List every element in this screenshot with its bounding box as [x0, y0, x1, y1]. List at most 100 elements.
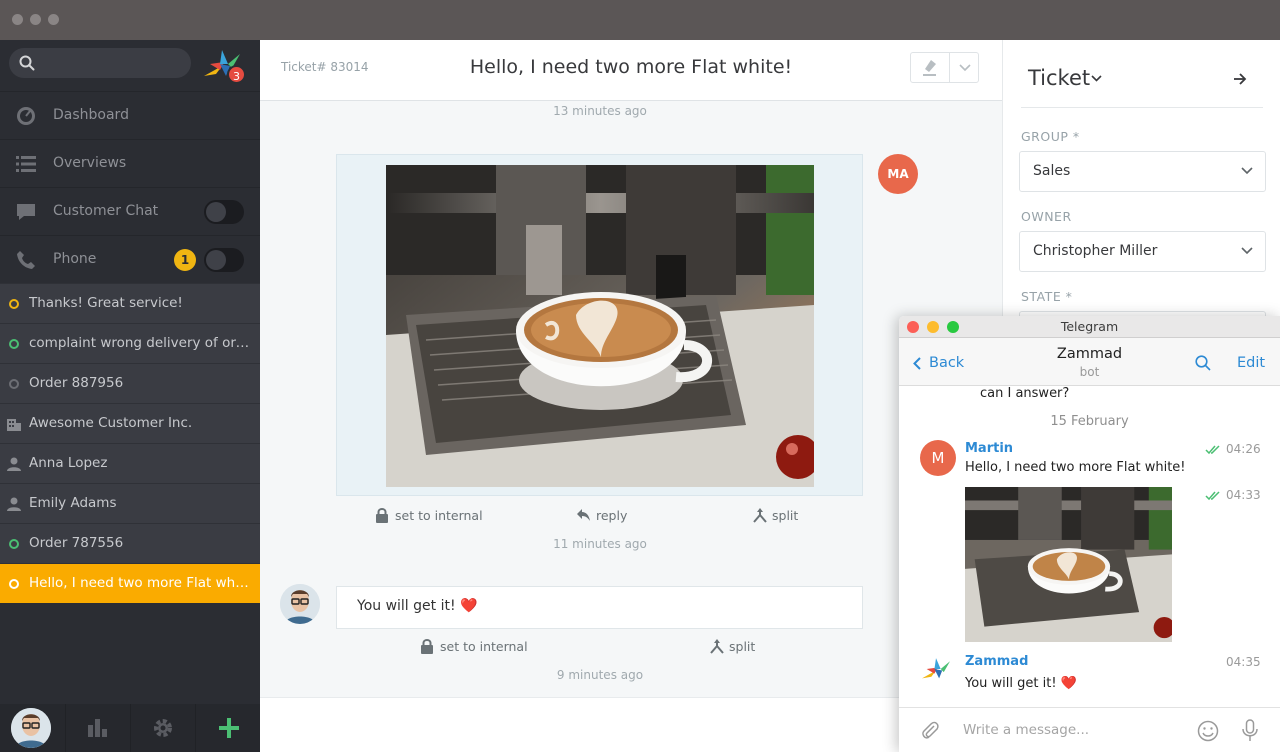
task-item[interactable]: Awesome Customer Inc. [0, 403, 260, 443]
window-close-button[interactable] [12, 14, 23, 25]
telegram-message-input[interactable] [963, 719, 1183, 741]
task-item[interactable]: Thanks! Great service! [0, 283, 260, 323]
reply-icon [577, 509, 590, 521]
nav-label: Customer Chat [53, 203, 159, 219]
nav-label: Dashboard [53, 107, 129, 123]
emoji-icon[interactable] [1197, 720, 1219, 742]
task-item[interactable]: complaint wrong delivery of ord… [0, 323, 260, 363]
action-label: split [772, 508, 799, 523]
nav-dashboard[interactable]: Dashboard [0, 91, 260, 139]
nav-customer-chat[interactable]: Customer Chat [0, 187, 260, 235]
chevron-down-icon [1241, 167, 1253, 175]
telegram-titlebar: Telegram [899, 316, 1280, 338]
bar-chart-icon [88, 719, 107, 737]
divider [1021, 107, 1263, 108]
split-icon [753, 508, 767, 523]
add-new-button[interactable] [195, 704, 260, 752]
ticket-new-icon [9, 339, 19, 349]
telegram-window: Telegram Back Zammad bot Edit can I answ… [899, 316, 1280, 752]
agent-avatar[interactable] [280, 584, 320, 624]
task-item[interactable]: Order 787556 [0, 523, 260, 563]
chevron-down-icon[interactable] [1091, 75, 1102, 82]
task-item[interactable]: Anna Lopez [0, 443, 260, 483]
settings-button[interactable] [130, 704, 195, 752]
search-icon[interactable] [1195, 355, 1211, 371]
search-input[interactable] [43, 52, 183, 74]
coffee-photo[interactable] [386, 165, 814, 487]
plus-icon [219, 718, 239, 738]
nav-overviews[interactable]: Overviews [0, 139, 260, 187]
nav-label: Phone [53, 251, 97, 267]
telegram-chat-header: Back Zammad bot Edit [899, 338, 1280, 386]
task-label: complaint wrong delivery of ord… [29, 335, 251, 351]
task-label: Anna Lopez [29, 455, 108, 471]
customer-avatar[interactable]: MA [878, 154, 918, 194]
highlighter-icon[interactable] [922, 59, 938, 77]
article-with-photo [336, 154, 863, 496]
list-icon [16, 156, 36, 172]
ticket-zoom: Ticket# 83014 Hello, I need two more Fla… [260, 40, 1002, 752]
customer-chat-toggle[interactable] [204, 200, 244, 224]
group-select[interactable]: Sales [1019, 151, 1266, 192]
article-timestamp: 13 minutes ago [553, 104, 647, 118]
message-sender[interactable]: Martin [965, 441, 1013, 456]
zammad-bot-avatar-icon[interactable] [920, 655, 952, 683]
user-icon [7, 497, 21, 511]
task-label: Order 887956 [29, 375, 124, 391]
phone-toggle[interactable] [204, 248, 244, 272]
window-minimize-button[interactable] [30, 14, 41, 25]
search-box[interactable] [9, 48, 191, 78]
arrow-right-icon[interactable] [1234, 73, 1247, 85]
article-timestamp: 11 minutes ago [553, 537, 647, 551]
action-label: reply [596, 508, 628, 523]
notification-badge: 3 [227, 65, 246, 84]
lock-icon [376, 508, 388, 523]
microphone-icon[interactable] [1242, 719, 1258, 742]
lock-icon [421, 639, 433, 654]
window-titlebar [0, 0, 1280, 40]
message-text: You will get it! ❤️ [965, 676, 1077, 691]
message-sender[interactable]: Zammad [965, 654, 1028, 669]
task-label: Order 787556 [29, 535, 124, 551]
article-composer[interactable] [260, 697, 1002, 752]
action-label: set to internal [440, 639, 528, 654]
task-label: Awesome Customer Inc. [29, 415, 193, 431]
group-label: GROUP * [1021, 129, 1080, 144]
chat-icon [17, 204, 35, 220]
owner-select[interactable]: Christopher Miller [1019, 231, 1266, 272]
ticket-header: Ticket# 83014 Hello, I need two more Fla… [260, 40, 1002, 101]
article-body: You will get it! ❤️ [357, 598, 478, 614]
user-avatar[interactable] [11, 708, 51, 748]
chevron-down-icon [1241, 247, 1253, 255]
telegram-edit-button[interactable]: Edit [1237, 355, 1265, 371]
window-zoom-button[interactable] [48, 14, 59, 25]
article-timestamp: 9 minutes ago [556, 668, 644, 682]
state-label: STATE * [1021, 289, 1073, 304]
sidebar: 3 Dashboard Overviews Customer Chat Phon… [0, 40, 260, 752]
task-item[interactable]: Emily Adams [0, 483, 260, 523]
owner-value: Christopher Miller [1033, 243, 1158, 259]
reports-button[interactable] [65, 704, 130, 752]
gear-icon [154, 719, 172, 737]
message-time: 04:35 [1226, 655, 1261, 669]
ticket-actions [910, 52, 979, 83]
ticket-open-icon [9, 299, 19, 309]
chevron-down-icon[interactable] [959, 64, 971, 72]
telegram-coffee-photo[interactable] [965, 487, 1172, 642]
user-icon [7, 457, 21, 471]
task-item[interactable]: Order 887956 [0, 363, 260, 403]
action-label: split [729, 639, 756, 654]
dashboard-icon [17, 107, 35, 125]
ticket-closed-icon [9, 379, 19, 389]
sidebar-title[interactable]: Ticket [1028, 66, 1090, 90]
agent-reply-article: You will get it! ❤️ [336, 586, 863, 629]
telegram-chat-name: Zammad [1056, 346, 1123, 362]
action-label: set to internal [395, 508, 483, 523]
martin-avatar[interactable]: M [920, 440, 956, 476]
paperclip-icon[interactable] [921, 720, 939, 740]
organization-icon [7, 419, 21, 431]
ticket-title: Hello, I need two more Flat white! [469, 56, 793, 78]
nav-phone[interactable]: Phone 1 [0, 235, 260, 283]
task-label: Hello, I need two more Flat white! [29, 575, 251, 591]
task-item-active[interactable]: Hello, I need two more Flat white! [0, 563, 260, 603]
